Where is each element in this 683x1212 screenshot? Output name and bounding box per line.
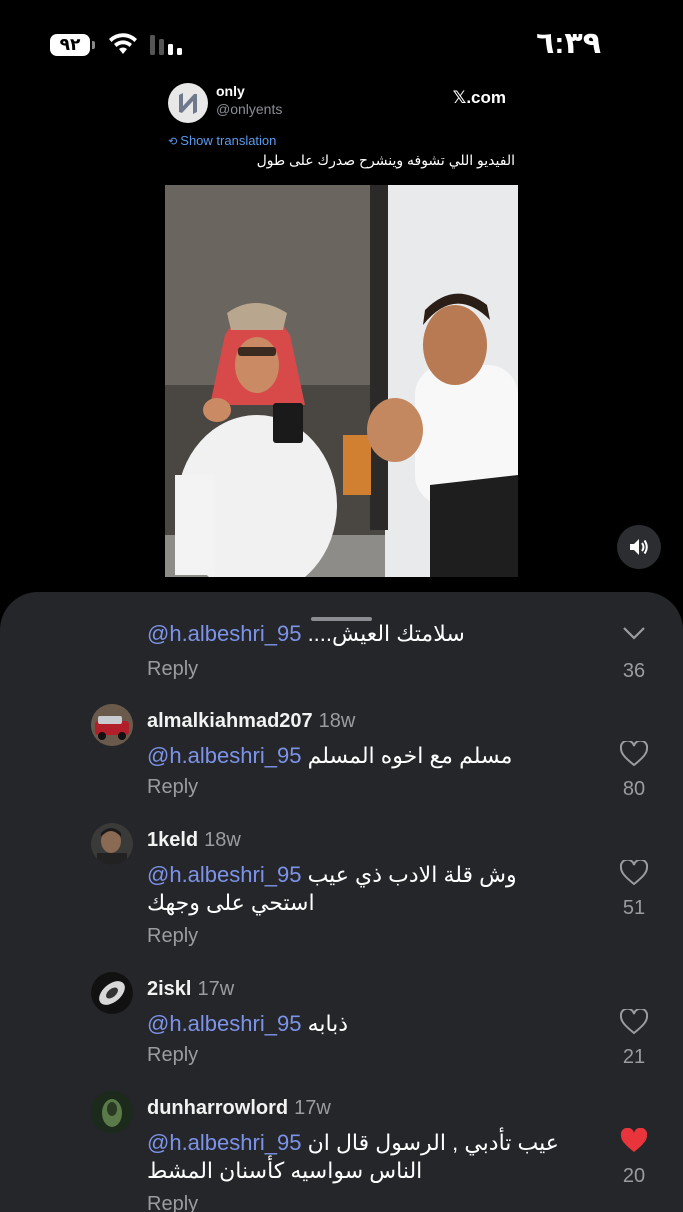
heart-icon[interactable] [620,741,648,767]
comment-text: @h.albeshri_95 مسلم مع اخوه المسلم [147,740,512,771]
heart-icon[interactable] [620,860,648,886]
avatar-image [91,972,133,1014]
comment-body: ذبابه [307,1011,349,1036]
reply-button[interactable]: Reply [147,925,198,948]
tweet-card[interactable]: only @onlyents 𝕏.com ⟲ Show translation … [165,76,518,184]
battery-indicator: ٩٢ [50,34,95,56]
heart-filled-icon[interactable] [620,1128,648,1154]
author-name[interactable]: only [216,83,245,99]
comments-sheet[interactable]: @h.albeshri_95 ....سلامتك العيش Reply 36… [0,592,683,1212]
speaker-icon [630,539,648,555]
comment-username[interactable]: 1keld 18w [147,829,241,852]
x-com-logo[interactable]: 𝕏.com [453,88,506,108]
reply-button[interactable]: Reply [147,776,198,799]
like-count: 20 [622,1165,646,1187]
avatar-image [91,704,133,746]
avatar[interactable] [91,704,133,746]
comment-item: 1keld 18w @h.albeshri_95 وش قلة الادب ذي … [0,823,683,973]
comment-item: dunharrowlord 17w @h.albeshri_95 عيب تأدب… [0,1091,683,1212]
comment-time: 17w [294,1097,331,1119]
comment-username[interactable]: dunharrowlord 17w [147,1097,331,1120]
reply-button[interactable]: Reply [147,1044,198,1067]
comment-text: @h.albeshri_95 ذبابه [147,1008,348,1039]
comment-mention[interactable]: @h.albeshri_95 [147,862,301,887]
avatar[interactable] [91,972,133,1014]
comment-text: @h.albeshri_95 وش قلة الادب ذي عيب [147,859,517,890]
comment-body: ....سلامتك العيش [307,621,465,646]
comment-item: @h.albeshri_95 ....سلامتك العيش Reply 36 [0,606,683,686]
heart-icon[interactable] [620,1009,648,1035]
heart-icon[interactable] [622,626,646,640]
comment-time: 18w [204,829,241,851]
comment-text-line2: استحي على وجهك [147,890,315,915]
comment-body: وش قلة الادب ذي عيب [307,862,517,887]
username-label: almalkiahmad207 [147,710,313,732]
comment-text-line2: الناس سواسيه كأسنان المشط [147,1158,423,1183]
author-avatar[interactable] [168,83,208,123]
volume-button[interactable] [617,525,661,569]
translate-icon: ⟲ [168,136,181,148]
comment-mention[interactable]: @h.albeshri_95 [147,621,301,646]
avatar[interactable] [91,1091,133,1133]
video-frame [165,185,518,577]
status-bar: ٩٢ ٦:٣٩ [0,0,683,80]
username-label: 1keld [147,829,199,851]
avatar-image [91,823,133,865]
comment-text: @h.albeshri_95 عيب تأدبي , الرسول قال ان [147,1127,559,1158]
username-label: 2iskl [147,978,192,1000]
avatar-image [91,1091,133,1133]
comment-mention[interactable]: @h.albeshri_95 [147,1011,301,1036]
show-translation-link[interactable]: ⟲ Show translation [168,133,276,148]
username-label: dunharrowlord [147,1097,289,1119]
wifi-icon [109,33,137,54]
comment-mention[interactable]: @h.albeshri_95 [147,1130,301,1155]
like-count: 80 [622,778,646,800]
author-handle[interactable]: @onlyents [216,101,282,117]
comment-body: عيب تأدبي , الرسول قال ان [307,1130,559,1155]
comment-item: almalkiahmad207 18w @h.albeshri_95 مسلم م… [0,704,683,814]
comment-mention[interactable]: @h.albeshri_95 [147,743,301,768]
comment-username[interactable]: 2iskl 17w [147,978,234,1001]
comment-username[interactable]: almalkiahmad207 18w [147,710,355,733]
clock: ٦:٣٩ [536,27,601,60]
like-count: 36 [622,660,646,682]
video-player[interactable] [165,185,518,577]
comment-text: @h.albeshri_95 ....سلامتك العيش [147,618,465,649]
show-translation-label: Show translation [180,133,277,148]
reply-button[interactable]: Reply [147,658,198,681]
like-count: 21 [622,1046,646,1068]
only-logo-icon [179,93,197,114]
comment-body: مسلم مع اخوه المسلم [307,743,513,768]
like-count: 51 [622,897,646,919]
comment-item: 2iskl 17w @h.albeshri_95 ذبابه Reply 21 [0,972,683,1082]
signal-icon [150,35,182,55]
comment-time: 17w [197,978,235,1000]
reply-button[interactable]: Reply [147,1193,198,1212]
avatar[interactable] [91,823,133,865]
tweet-text: الفيديو اللي تشوفه وينشرح صدرك على طول [256,152,515,168]
comment-time: 18w [318,710,356,732]
